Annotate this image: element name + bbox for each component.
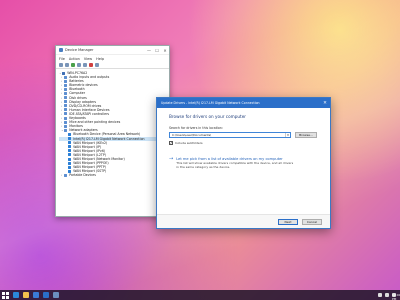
update-drivers-dialog[interactable]: Update Drivers - Intel(R) I217-LM Gigabi… xyxy=(156,97,331,229)
dialog-titlebar[interactable]: Update Drivers - Intel(R) I217-LM Gigabi… xyxy=(157,98,330,108)
device-manager-title: Device Manager xyxy=(65,48,94,52)
browse-button[interactable]: Browse... xyxy=(295,132,317,138)
device-icon xyxy=(68,153,72,157)
menu-action[interactable]: Action xyxy=(69,57,80,61)
explorer-icon[interactable] xyxy=(23,292,29,298)
mail-icon[interactable] xyxy=(43,292,49,298)
device-icon xyxy=(64,173,68,177)
device-manager-titlebar[interactable]: Device Manager — ☐ ✕ xyxy=(56,46,169,55)
volume-icon[interactable] xyxy=(385,293,389,297)
properties-icon[interactable] xyxy=(71,63,75,67)
pick-from-list-description: This list will show available drivers co… xyxy=(176,161,294,169)
maximize-button[interactable]: ☐ xyxy=(153,48,161,53)
forward-icon[interactable] xyxy=(65,63,69,67)
close-button[interactable]: ✕ xyxy=(161,48,169,53)
device-icon xyxy=(68,149,72,153)
arrow-right-icon: → xyxy=(169,156,174,162)
device-icon xyxy=(68,169,72,173)
dialog-heading: Browse for drivers on your computer xyxy=(169,114,246,119)
device-manager-app-icon xyxy=(59,48,63,52)
device-icon xyxy=(64,112,68,116)
tree-category[interactable]: › Portable Devices xyxy=(59,173,169,177)
device-icon xyxy=(64,120,68,124)
dialog-close-button[interactable]: ✕ xyxy=(320,101,330,106)
menu-bar: File Action View Help xyxy=(56,55,169,62)
help-icon[interactable] xyxy=(77,63,81,67)
device-icon xyxy=(64,108,68,112)
device-icon xyxy=(64,75,68,79)
device-icon xyxy=(64,124,68,128)
chevron-down-icon[interactable]: ▾ xyxy=(285,133,290,137)
scan-hardware-icon[interactable] xyxy=(83,63,87,67)
menu-file[interactable]: File xyxy=(59,57,65,61)
device-icon xyxy=(64,128,68,132)
checkmark-icon[interactable]: ✓ xyxy=(169,141,173,145)
device-icon xyxy=(64,100,68,104)
dialog-footer: Next Cancel xyxy=(157,214,330,228)
tree-item-label: Portable Devices xyxy=(69,173,96,178)
device-manager-window[interactable]: Device Manager — ☐ ✕ File Action View He… xyxy=(55,45,170,217)
driver-path-value: C:\Users\user\Documents\ xyxy=(172,133,212,137)
device-tree: ⌄ WIN-PC76A2 › Audio inputs and outputs › Bat… xyxy=(56,69,169,177)
device-manager-icon[interactable] xyxy=(53,292,59,298)
device-icon xyxy=(68,141,72,145)
update-driver-icon[interactable] xyxy=(95,63,99,67)
device-icon xyxy=(68,165,72,169)
windows-start-icon[interactable] xyxy=(2,291,9,299)
device-icon xyxy=(64,87,68,91)
device-icon xyxy=(68,161,72,165)
device-icon xyxy=(64,96,68,100)
taskbar: 12:00 PM xyxy=(0,290,400,300)
include-subfolders-checkbox[interactable]: ✓ Include subfolders xyxy=(169,141,320,145)
device-icon xyxy=(68,132,72,136)
device-icon xyxy=(64,83,68,87)
device-icon xyxy=(64,104,68,108)
device-icon xyxy=(62,71,66,75)
toolbar xyxy=(56,62,169,69)
device-icon xyxy=(64,92,68,96)
menu-help[interactable]: Help xyxy=(96,57,104,61)
device-icon xyxy=(64,116,68,120)
back-icon[interactable] xyxy=(59,63,63,67)
device-icon xyxy=(64,79,68,83)
minimize-button[interactable]: — xyxy=(145,48,153,53)
uninstall-icon[interactable] xyxy=(89,63,93,67)
menu-view[interactable]: View xyxy=(84,57,92,61)
search-location-label: Search for drivers in this location: xyxy=(169,126,223,130)
dialog-title: Update Drivers - Intel(R) I217-LM Gigabi… xyxy=(161,101,260,105)
pick-from-list-option[interactable]: → Let me pick from a list of available d… xyxy=(169,157,320,170)
device-icon xyxy=(68,157,72,161)
device-icon xyxy=(68,137,72,141)
system-tray: 12:00 PM xyxy=(378,293,400,300)
store-icon[interactable] xyxy=(33,292,39,298)
cancel-button[interactable]: Cancel xyxy=(302,218,322,225)
edge-icon[interactable] xyxy=(13,292,19,298)
device-icon xyxy=(68,145,72,149)
driver-path-input[interactable]: C:\Users\user\Documents\ ▾ xyxy=(169,132,291,138)
include-subfolders-label: Include subfolders xyxy=(175,141,203,145)
clock[interactable]: 12:00 PM xyxy=(392,293,400,300)
network-icon[interactable] xyxy=(378,293,382,297)
next-button[interactable]: Next xyxy=(278,218,298,225)
